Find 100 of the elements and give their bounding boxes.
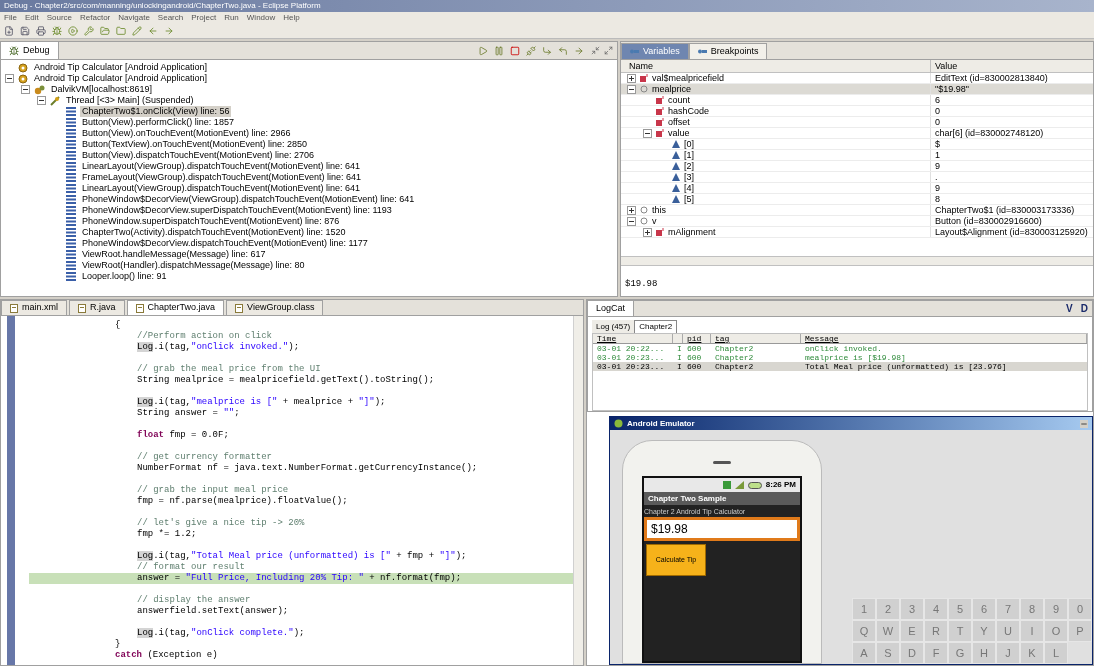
variable-row[interactable]: mealprice "$19.98" [621,84,1093,95]
variable-row[interactable]: mAlignment Layout$Alignment (id=830003125920) [621,227,1093,238]
log-row[interactable]: 03-01 20:23... I 600 Chapter2 mealprice is [$19.98] [593,353,1087,362]
tree-item[interactable]: ViewRoot(Handler).dispatchMessage(Message) line: 80 [80,260,307,271]
menu-item[interactable]: Navigate [118,12,150,24]
expand-toggle-icon[interactable] [627,205,636,215]
tree-item[interactable]: ChapterTwo(Activity).dispatchTouchEvent(MotionEvent) line: 1520 [80,227,348,238]
tree-item[interactable]: Android Tip Calculator [Android Application] [32,62,210,73]
minimize-icon[interactable] [1080,419,1088,428]
horizontal-scrollbar[interactable] [621,256,1093,266]
stop-icon[interactable] [510,45,520,56]
tree-item[interactable]: Thread [<3> Main] (Suspended) [64,95,196,106]
tree-item[interactable]: LinearLayout(ViewGroup).dispatchTouchEvent(MotionEvent) line: 641 [80,183,362,194]
pencil-icon[interactable] [132,26,142,36]
tree-item[interactable]: Button(View).performClick() line: 1857 [80,117,236,128]
tree-item[interactable]: Android Tip Calculator [Android Application] [32,73,210,84]
menu-item[interactable]: Refactor [80,12,111,24]
folder-icon[interactable] [116,26,126,36]
editor-tab[interactable]: ViewGroup.class [226,300,324,315]
variable-row[interactable]: [0] $ [621,139,1093,150]
tree-item[interactable]: LinearLayout(ViewGroup).dispatchTouchEvent(MotionEvent) line: 641 [80,161,362,172]
run-icon[interactable] [68,26,78,36]
back-icon[interactable] [148,26,158,36]
variable-row[interactable]: count 6 [621,95,1093,106]
menu-item[interactable]: Window [246,12,276,24]
editor-tab[interactable]: main.xml [1,300,67,315]
collapse-toggle-icon[interactable] [37,96,46,105]
variable-row[interactable]: [4] 9 [621,183,1093,194]
collapse-toggle-icon[interactable] [643,128,652,138]
menu-item[interactable]: Help [283,12,300,24]
log-level-button[interactable]: V [1062,301,1077,316]
variable-row[interactable]: hashCode 0 [621,106,1093,117]
view-tab[interactable]: Variables [621,43,689,59]
menu-item[interactable]: Project [191,12,217,24]
expand-toggle-icon[interactable] [643,227,652,237]
variable-row[interactable]: [3] . [621,172,1093,183]
variable-row[interactable]: [2] 9 [621,161,1093,172]
save-icon[interactable] [20,26,30,36]
resume-icon[interactable] [478,45,488,56]
tree-item[interactable]: PhoneWindow$DecorView.dispatchTouchEvent(MotionEvent) line: 1177 [80,238,370,249]
file-icon [78,303,86,313]
bug-icon[interactable] [52,26,62,36]
collapse-toggle-icon[interactable] [5,74,14,83]
log-row[interactable]: 03-01 20:23... I 600 Chapter2 Total Meal price (unformatted) is [23.976] [593,362,1087,371]
tree-item[interactable]: PhoneWindow$DecorView(ViewGroup).dispatchTouchEvent(MotionEvent) line: 641 [80,194,417,205]
variable-row[interactable]: value char[6] (id=830002748120) [621,128,1093,139]
view-tab[interactable]: Breakpoints [688,43,768,59]
tree-item[interactable]: ViewRoot.handleMessage(Message) line: 617 [80,249,268,260]
log-row[interactable]: 03-01 20:22... I 600 Chapter2 onClick invoked. [593,344,1087,353]
tree-item[interactable]: ChapterTwo$1.onClick(View) line: 56 [80,106,232,117]
tree-item[interactable]: PhoneWindow$DecorView.superDispatchTouchEvent(MotionEvent) line: 1193 [80,205,394,216]
expand-toggle-icon[interactable] [627,73,636,83]
open-folder-icon[interactable] [100,26,110,36]
filter-tab[interactable]: Chapter2 [634,320,678,333]
new-file-icon[interactable] [4,26,14,36]
column-header[interactable]: Name [621,60,931,72]
collapse-toggle-icon[interactable] [21,85,30,94]
debug-tab[interactable]: Debug [1,42,59,59]
menu-item[interactable]: Run [224,12,239,24]
tree-item[interactable]: Button(View).dispatchTouchEvent(MotionEvent) line: 2706 [80,150,316,161]
tree-item[interactable]: Button(TextView).onTouchEvent(MotionEvent) line: 2850 [80,139,309,150]
code-line: //Perform action on click [136,331,274,342]
editor-tab[interactable]: R.java [69,300,125,315]
log-level-button[interactable]: D [1076,301,1092,316]
column-header[interactable]: Value [931,60,1093,72]
editor-tab[interactable]: ChapterTwo.java [126,300,225,315]
price-field[interactable]: $19.98 [644,517,800,541]
menu-item[interactable]: Edit [24,12,39,24]
vertical-scrollbar[interactable] [573,316,583,665]
wrench-icon[interactable] [84,26,94,36]
tree-item[interactable]: DalvikVM[localhost:8619] [49,84,155,95]
column-header[interactable]: pid [683,334,711,343]
column-header[interactable]: Time [593,334,673,343]
arrow-right-icon[interactable] [574,45,584,56]
collapse-toggle-icon[interactable] [627,216,636,226]
tree-item[interactable]: PhoneWindow.superDispatchTouchEvent(MotionEvent) line: 876 [80,216,342,227]
variable-row[interactable]: [5] 8 [621,194,1093,205]
variable-row[interactable]: [1] 1 [621,150,1093,161]
disconnect-icon[interactable] [526,45,536,56]
menu-item[interactable]: Search [157,12,184,24]
logcat-tab[interactable]: LogCat [588,301,635,316]
maximize-icon[interactable] [604,46,613,55]
forward-icon[interactable] [164,26,174,36]
variable-row[interactable]: this ChapterTwo$1 (id=830003173336) [621,205,1093,216]
filter-tab[interactable]: Log (457) [592,320,635,333]
tree-item[interactable]: Looper.loop() line: 91 [80,271,169,282]
step-into-icon[interactable] [542,45,552,56]
menu-item[interactable]: Source [46,12,73,24]
column-header[interactable]: Message [801,334,1087,343]
print-icon[interactable] [36,26,46,36]
step-return-icon[interactable] [558,45,568,56]
minimize-icon[interactable] [591,46,600,55]
collapse-toggle-icon[interactable] [627,84,636,94]
variable-row[interactable]: offset 0 [621,117,1093,128]
tree-item[interactable]: Button(View).onTouchEvent(MotionEvent) line: 2966 [80,128,293,139]
variable-row[interactable]: v Button (id=830002916600) [621,216,1093,227]
tree-item[interactable]: FrameLayout(ViewGroup).dispatchTouchEvent(MotionEvent) line: 641 [80,172,363,183]
pause-icon[interactable] [494,45,504,56]
column-header[interactable]: tag [711,334,801,343]
menu-item[interactable]: File [4,12,17,24]
